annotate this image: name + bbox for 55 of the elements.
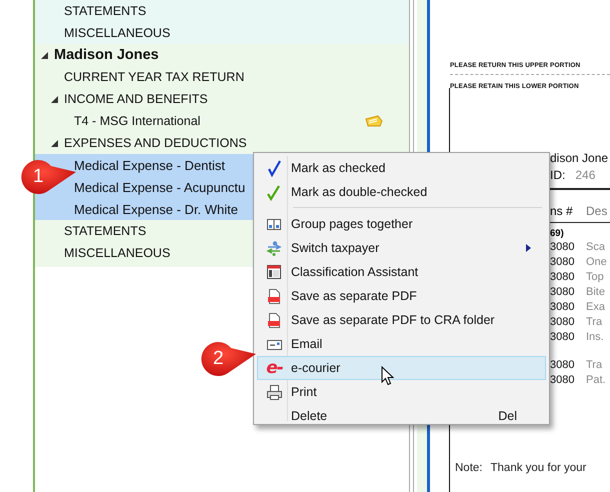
expanded-triangle-icon <box>41 52 48 58</box>
table-cell: Ins. <box>586 330 604 342</box>
mouse-cursor-icon <box>381 366 394 386</box>
column-header: Des <box>586 204 608 220</box>
tree-item[interactable]: EXPENSES AND DEDUCTIONS <box>35 132 409 154</box>
printer-icon <box>266 384 283 400</box>
id-label: ID: <box>550 168 566 184</box>
table-cell: Tra <box>586 316 602 328</box>
tag-icon <box>365 115 383 127</box>
table-cell-text: 3080 <box>550 358 576 370</box>
table-cell-text: 3080 <box>550 256 576 268</box>
table-cell-text: 3080 <box>550 316 576 328</box>
expanded-triangle-icon <box>51 140 58 146</box>
tree-item[interactable]: Madison Jones <box>35 44 409 66</box>
menu-item[interactable]: Switch taxpayer <box>257 236 546 260</box>
menu-item[interactable]: e- e-courier <box>257 356 546 380</box>
table-cell-text: 3080 <box>550 300 576 312</box>
column-header: ns # <box>550 204 574 220</box>
table-cell-text: 3080 <box>550 374 576 386</box>
id-value: 246 <box>575 168 596 184</box>
section-label: 69) <box>550 228 565 239</box>
table-cell: Pat. <box>586 374 606 386</box>
note-label: Note: <box>455 462 482 474</box>
table-cell: Sca <box>586 240 605 252</box>
tree-item[interactable]: STATEMENTS <box>35 0 409 22</box>
people-arrows-icon <box>266 240 283 256</box>
tree-item[interactable]: CURRENT YEAR TAX RETURN <box>35 66 409 88</box>
table-cell: Exa <box>586 300 605 312</box>
checkmark-icon <box>266 160 283 176</box>
window-icon <box>266 264 283 280</box>
table-cell: One <box>586 256 607 268</box>
pdf-file-icon <box>266 288 283 304</box>
pdf-file-icon <box>266 312 283 328</box>
menu-item[interactable]: Email <box>257 332 546 356</box>
menu-item[interactable]: Classification Assistant <box>257 260 546 284</box>
checkmark-icon <box>266 184 283 200</box>
expanded-triangle-icon <box>51 96 58 102</box>
table-cell-text: 3080 <box>550 286 576 298</box>
taxpayer-name: dison Jone <box>550 151 610 167</box>
table-cell: Tra <box>586 358 602 370</box>
shortcut-text: Del <box>498 409 517 423</box>
e-courier-logo: e- <box>266 360 283 376</box>
note-text: Thank you for your <box>490 462 586 474</box>
menu-item[interactable]: Save as separate PDF to CRA folder <box>257 308 546 332</box>
table-cell: Bite <box>586 286 605 298</box>
table-cell-text: 3080 <box>550 330 576 342</box>
menu-item[interactable]: Print <box>257 380 546 404</box>
menu-item[interactable]: Delete Del <box>257 404 546 428</box>
menu-item[interactable]: Save as separate PDF <box>257 284 546 308</box>
table-cell-text: 3080 <box>550 270 576 282</box>
tree-item[interactable]: T4 - MSG International <box>35 110 409 132</box>
tree-item[interactable]: INCOME AND BENEFITS <box>35 88 409 110</box>
tree-item[interactable]: MISCELLANEOUS <box>35 22 409 44</box>
table-cell: Top <box>586 270 604 282</box>
table-cell-text: 3080 <box>550 240 576 252</box>
